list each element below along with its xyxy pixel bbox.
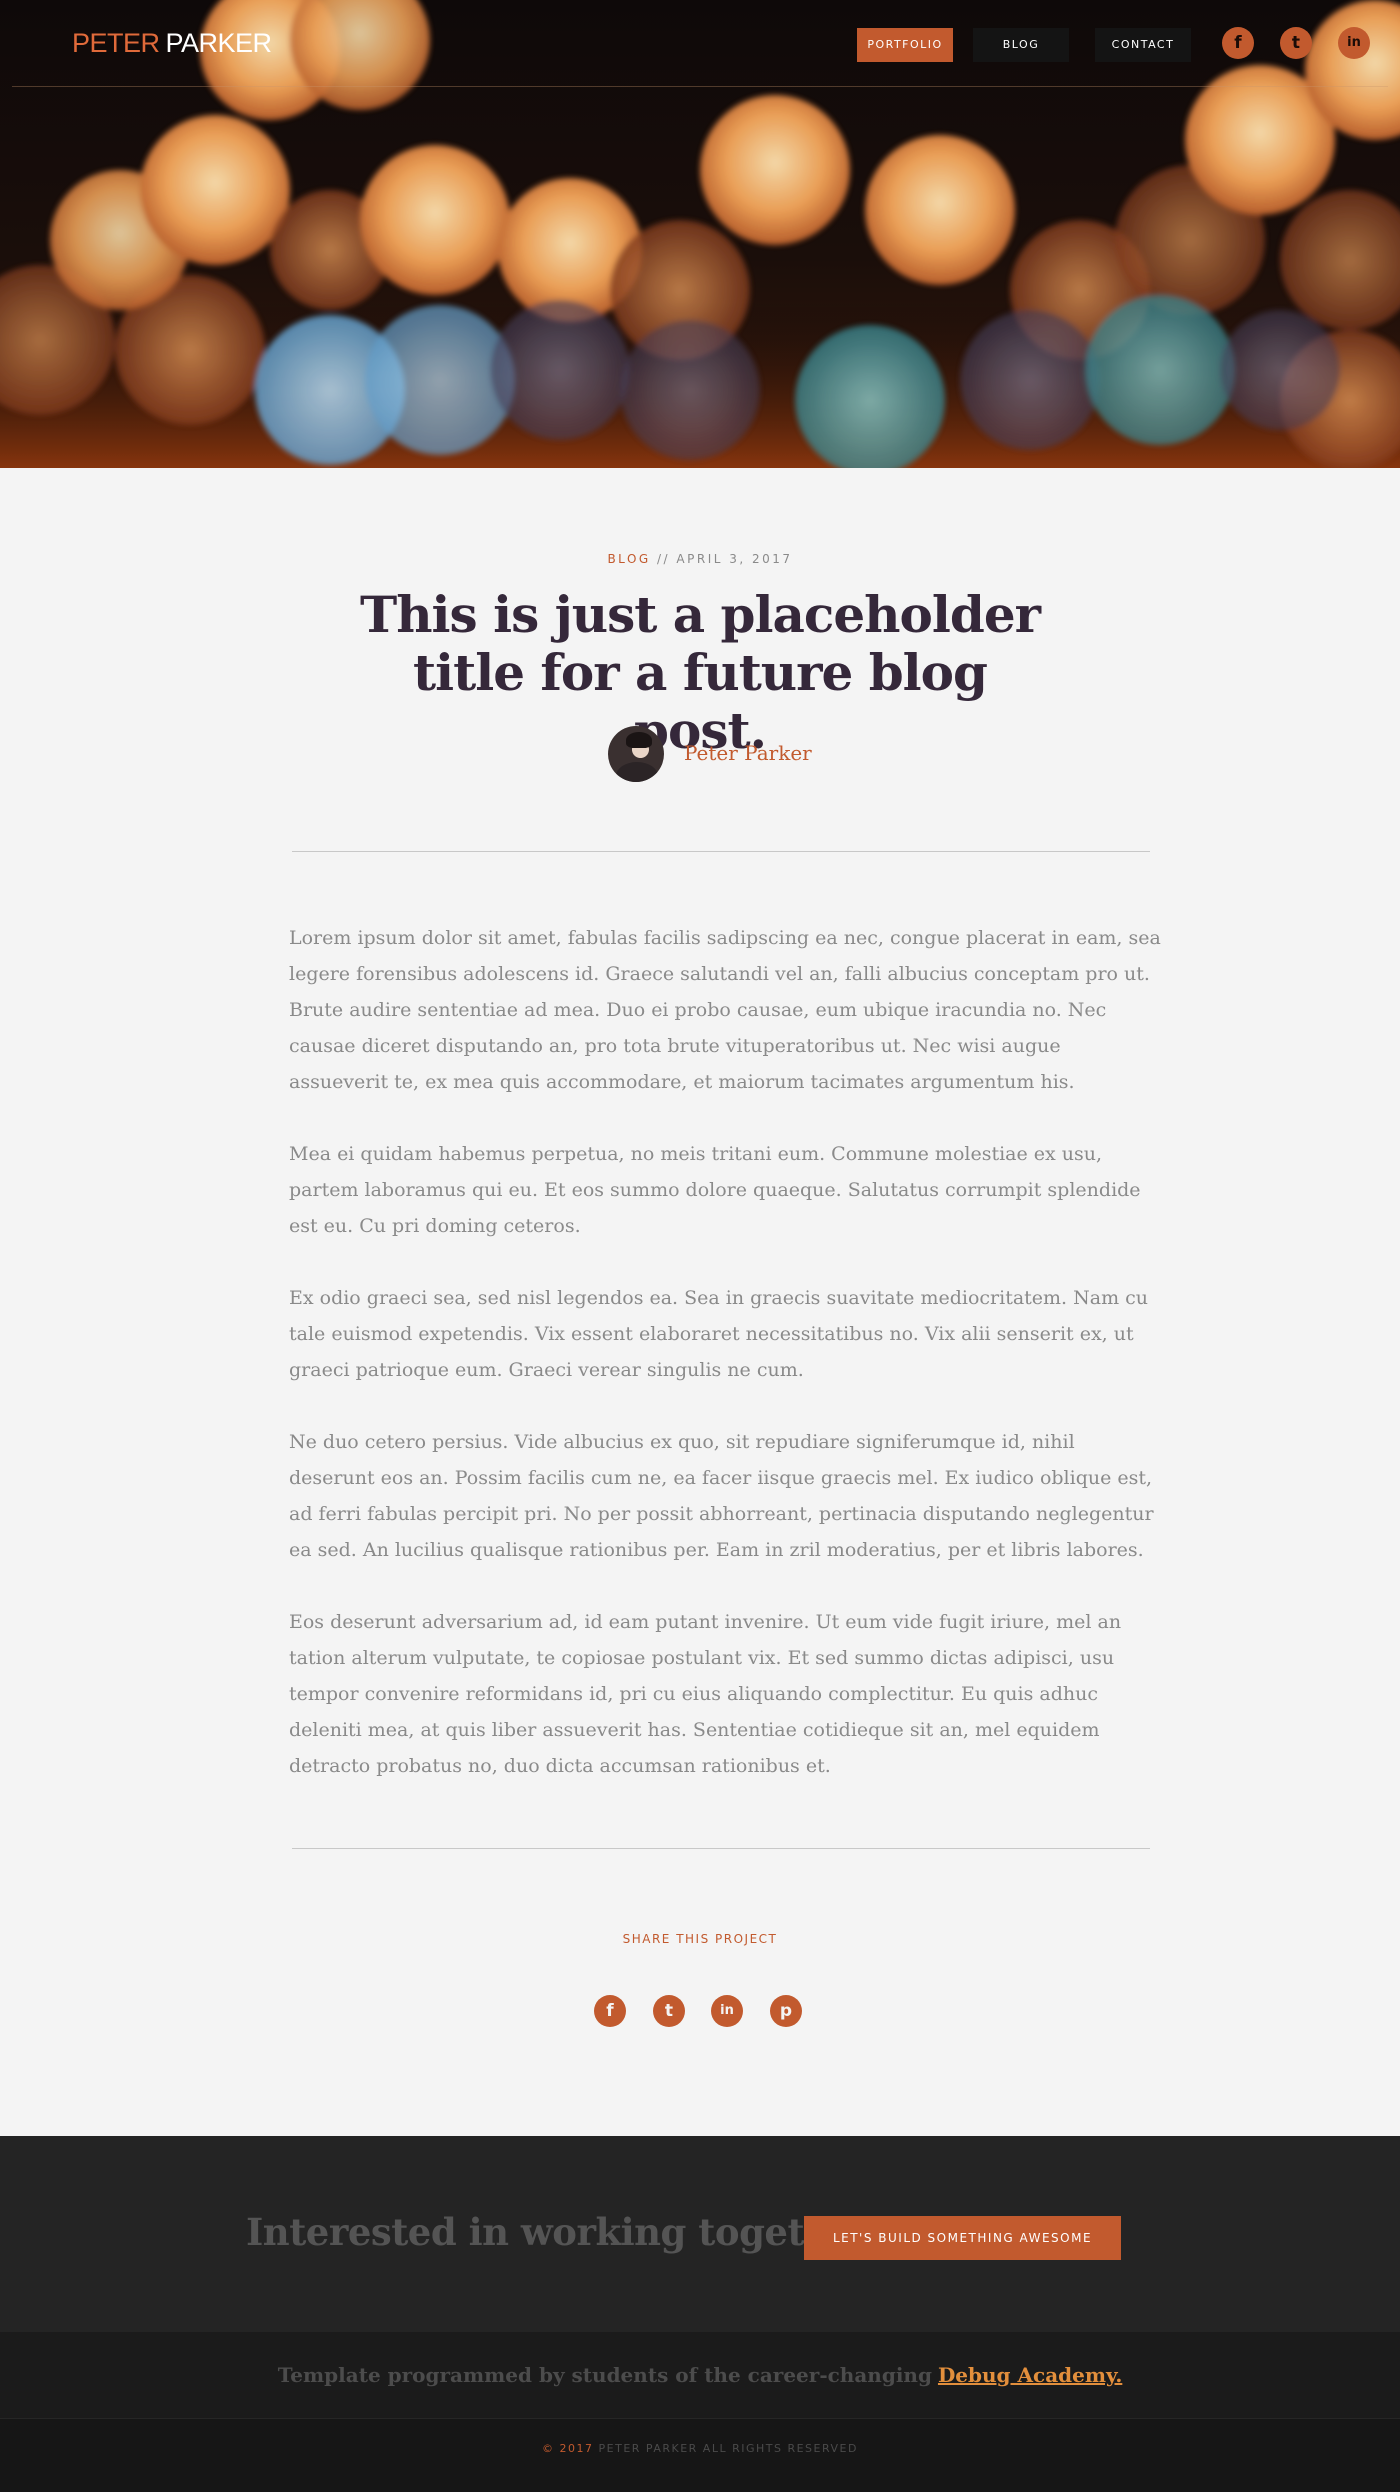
post-paragraph: Ex odio graeci sea, sed nisl legendos ea… xyxy=(289,1287,1149,1381)
cta-heading: Interested in working together? xyxy=(246,2210,894,2254)
post-category-link[interactable]: BLOG xyxy=(607,552,650,566)
nav-contact-button[interactable]: CONTACT xyxy=(1095,28,1191,62)
nav-blog-button[interactable]: BLOG xyxy=(973,28,1069,62)
cta-button[interactable]: LET'S BUILD SOMETHING AWESOME xyxy=(804,2216,1121,2260)
site-logo[interactable]: PETER PARKER xyxy=(72,28,272,59)
share-label: SHARE THIS PROJECT xyxy=(622,1932,778,1946)
share-facebook-icon[interactable]: f xyxy=(594,1995,626,2027)
post-date: APRIL 3, 2017 xyxy=(676,552,793,566)
share-linkedin-icon[interactable]: in xyxy=(711,1995,743,2027)
cta-section: Interested in working together? LET'S BU… xyxy=(0,2136,1400,2332)
nav-divider xyxy=(12,86,1388,87)
author-name-link[interactable]: Peter Parker xyxy=(684,741,812,765)
post-paragraph: Lorem ipsum dolor sit amet, fabulas faci… xyxy=(289,927,1161,1093)
share-twitter-icon[interactable]: t xyxy=(653,1995,685,2027)
body-divider xyxy=(292,1848,1150,1849)
share-pinterest-icon[interactable]: p xyxy=(770,1995,802,2027)
footer: © 2017 PETER PARKER ALL RIGHTS RESERVED xyxy=(0,2418,1400,2492)
hero-banner: PETER PARKER PORTFOLIO BLOG CONTACT f t i… xyxy=(0,0,1400,468)
meta-separator: // xyxy=(650,552,677,566)
logo-last-name: PARKER xyxy=(165,28,273,58)
linkedin-icon[interactable]: in xyxy=(1338,27,1370,59)
logo-first-name: PETER xyxy=(72,28,160,58)
post-body: Lorem ipsum dolor sit amet, fabulas faci… xyxy=(289,920,1161,1820)
post-paragraph: Ne duo cetero persius. Vide albucius ex … xyxy=(289,1431,1154,1561)
facebook-icon[interactable]: f xyxy=(1222,27,1254,59)
post-meta: BLOG // APRIL 3, 2017 xyxy=(0,552,1400,566)
credit-text: Template programmed by students of the c… xyxy=(277,2363,932,2387)
debug-academy-link[interactable]: Debug Academy. xyxy=(938,2363,1122,2387)
copyright-text: PETER PARKER ALL RIGHTS RESERVED xyxy=(598,2442,858,2455)
copyright-year: © 2017 xyxy=(542,2442,594,2455)
twitter-icon[interactable]: t xyxy=(1280,27,1312,59)
header-divider xyxy=(292,851,1150,852)
post-paragraph: Eos deserunt adversarium ad, id eam puta… xyxy=(289,1611,1122,1777)
author-avatar xyxy=(608,726,664,782)
top-navigation: PETER PARKER PORTFOLIO BLOG CONTACT f t i… xyxy=(0,0,1400,88)
nav-portfolio-button[interactable]: PORTFOLIO xyxy=(857,28,953,62)
post-title: This is just a placeholder title for a f… xyxy=(360,585,1041,760)
template-credit: Template programmed by students of the c… xyxy=(0,2332,1400,2418)
post-paragraph: Mea ei quidam habemus perpetua, no meis … xyxy=(289,1143,1141,1237)
